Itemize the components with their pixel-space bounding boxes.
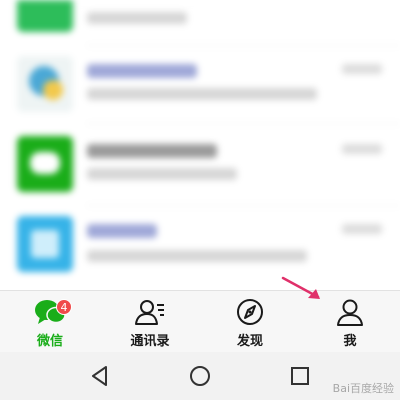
- tab-label: 发现: [236, 334, 263, 349]
- contacts-icon: [135, 300, 164, 325]
- chat-preview: [87, 88, 317, 100]
- chat-list-item[interactable]: [0, 132, 400, 202]
- chat-list-item[interactable]: [0, 212, 400, 282]
- chat-list-item[interactable]: [0, 0, 400, 40]
- chat-time: [342, 144, 382, 154]
- bottom-tab-bar: 4 微信 通讯录 发现 我: [0, 290, 400, 353]
- chat-avatar: [17, 0, 73, 32]
- tab-wechat[interactable]: 4 微信: [0, 291, 100, 353]
- home-icon[interactable]: [188, 364, 212, 388]
- chat-preview: [87, 12, 187, 24]
- chat-time: [342, 64, 382, 74]
- chat-list-item[interactable]: [0, 48, 400, 118]
- chat-avatar: [17, 56, 73, 112]
- chat-title: [87, 224, 157, 238]
- tab-contacts[interactable]: 通讯录: [100, 291, 200, 353]
- chat-preview: [87, 250, 307, 262]
- chat-preview: [87, 168, 237, 180]
- watermark: Bai百度经验: [332, 382, 394, 395]
- chat-list: [0, 0, 400, 290]
- unread-badge: 4: [56, 299, 72, 315]
- tab-label: 我: [343, 334, 357, 349]
- back-icon[interactable]: [88, 364, 112, 388]
- annotation-arrow-icon: [281, 276, 320, 299]
- recents-icon[interactable]: [288, 364, 312, 388]
- tab-label: 微信: [36, 334, 63, 349]
- chat-title: [87, 144, 217, 158]
- chat-avatar: [17, 216, 73, 272]
- compass-icon: [237, 299, 263, 325]
- chat-avatar: [17, 136, 73, 192]
- person-icon: [337, 299, 363, 326]
- tab-label: 通讯录: [130, 334, 170, 349]
- chat-title: [87, 64, 197, 78]
- chat-time: [342, 224, 382, 234]
